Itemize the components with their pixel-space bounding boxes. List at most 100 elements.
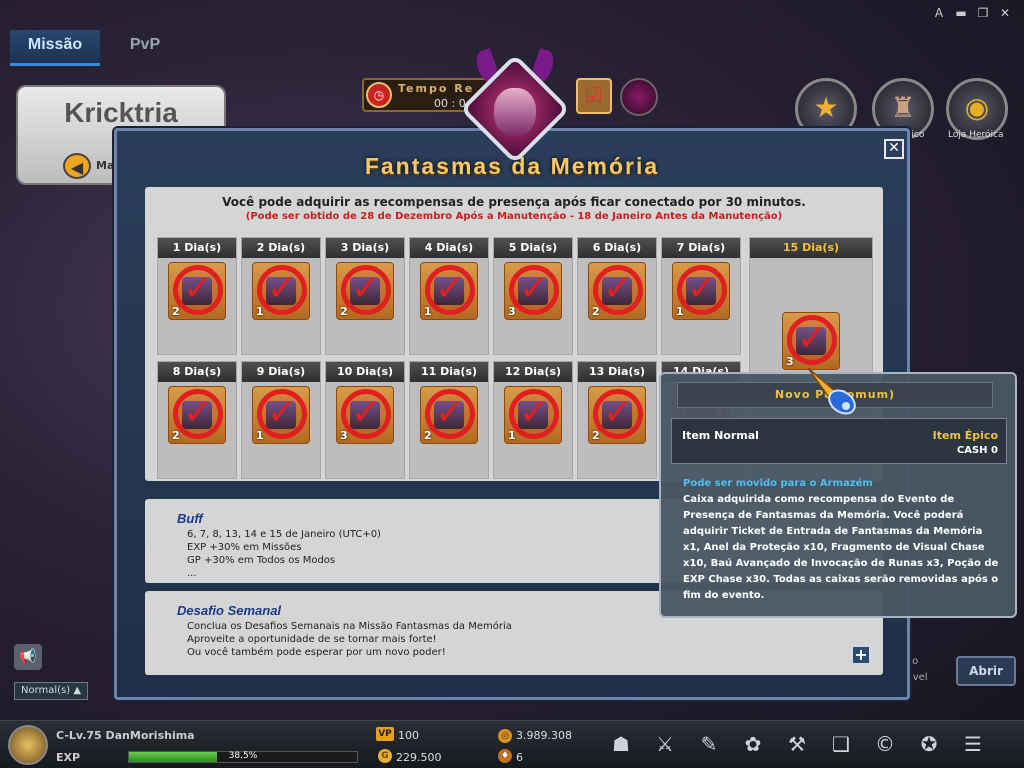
close-window-button[interactable]: ✕ bbox=[996, 4, 1014, 22]
day-label: 7 Dia(s) bbox=[662, 238, 740, 258]
coin-icon[interactable]: © bbox=[868, 727, 902, 761]
gem-value: 6 bbox=[516, 751, 523, 764]
bottom-status-bar: C-Lv.75 DanMorishima EXP 38.5% VP 100 G … bbox=[0, 720, 1024, 768]
reward-qty: 2 bbox=[592, 429, 600, 442]
reward-box[interactable]: ✓ 2 bbox=[168, 386, 226, 444]
hero-shop-label: Loja Heróica bbox=[948, 130, 1004, 140]
megaphone-icon[interactable]: 📢 bbox=[14, 644, 42, 670]
reward-box[interactable]: ✓ 1 bbox=[672, 262, 730, 320]
buff-line: ... bbox=[187, 568, 197, 579]
reward-qty: 2 bbox=[340, 305, 348, 318]
day-cell[interactable]: 9 Dia(s) ✓ 1 bbox=[241, 361, 321, 479]
skill-icon[interactable]: ✎ bbox=[692, 727, 726, 761]
day-cell[interactable]: 6 Dia(s) ✓ 2 bbox=[577, 237, 657, 355]
reward-box[interactable]: ✓ 3 bbox=[504, 262, 562, 320]
font-button[interactable]: A bbox=[930, 4, 948, 22]
day-label: 12 Dia(s) bbox=[494, 362, 572, 382]
reward-qty: 1 bbox=[508, 429, 516, 442]
buff-line: 6, 7, 8, 13, 14 e 15 de Janeiro (UTC+0) bbox=[187, 529, 381, 540]
tab-missao[interactable]: Missão bbox=[10, 30, 100, 66]
event-orb-icon[interactable] bbox=[620, 78, 658, 116]
book-icon[interactable]: ❑ bbox=[824, 727, 858, 761]
cash-label: CASH 0 bbox=[956, 445, 998, 456]
calendar-check-icon[interactable]: ☑ bbox=[576, 78, 612, 114]
exp-label: EXP bbox=[56, 751, 81, 764]
auction-icon[interactable]: ⚒ bbox=[780, 727, 814, 761]
day-cell[interactable]: 10 Dia(s) ✓ 3 bbox=[325, 361, 405, 479]
day-label: 15 Dia(s) bbox=[750, 238, 872, 258]
claimed-check-icon: ✓ bbox=[593, 265, 643, 315]
reward-box[interactable]: ✓ 3 bbox=[336, 386, 394, 444]
time-label: Tempo Re bbox=[398, 82, 475, 95]
day-label: 11 Dia(s) bbox=[410, 362, 488, 382]
room-name: Kricktria bbox=[64, 97, 178, 128]
day-cell[interactable]: 2 Dia(s) ✓ 1 bbox=[241, 237, 321, 355]
claimed-check-icon: ✓ bbox=[341, 265, 391, 315]
day-cell[interactable]: 11 Dia(s) ✓ 2 bbox=[409, 361, 489, 479]
reward-qty: 1 bbox=[256, 305, 264, 318]
day-label: 13 Dia(s) bbox=[578, 362, 656, 382]
day-cell[interactable]: 8 Dia(s) ✓ 2 bbox=[157, 361, 237, 479]
day-cell[interactable]: 5 Dia(s) ✓ 3 bbox=[493, 237, 573, 355]
reward-box[interactable]: ✓ 2 bbox=[420, 386, 478, 444]
reward-qty: 3 bbox=[340, 429, 348, 442]
back-arrow-icon[interactable]: ◀ bbox=[63, 153, 91, 179]
close-button[interactable]: ✕ bbox=[884, 139, 904, 159]
time-value: 00 : 0 bbox=[434, 97, 466, 110]
day-label: 4 Dia(s) bbox=[410, 238, 488, 258]
character-face bbox=[494, 88, 536, 136]
reward-box[interactable]: ✓ 2 bbox=[168, 262, 226, 320]
reward-box[interactable]: ✓ 2 bbox=[588, 262, 646, 320]
buff-title: Buff bbox=[177, 511, 203, 526]
day-cell[interactable]: 13 Dia(s) ✓ 2 bbox=[577, 361, 657, 479]
gem-icon: ♦ bbox=[498, 749, 512, 763]
vp-icon: VP bbox=[376, 727, 394, 741]
menu-icons: ☗ ⚔ ✎ ✿ ⚒ ❑ © ✪ ☰ bbox=[604, 727, 990, 761]
reward-box[interactable]: ✓ 3 bbox=[782, 312, 840, 370]
exp-bar: 38.5% bbox=[128, 751, 358, 763]
reward-box[interactable]: ✓ 2 bbox=[588, 386, 646, 444]
day-cell[interactable]: 7 Dia(s) ✓ 1 bbox=[661, 237, 741, 355]
maximize-button[interactable]: ❐ bbox=[974, 4, 992, 22]
expand-button[interactable]: + bbox=[851, 645, 871, 665]
reward-qty: 2 bbox=[592, 305, 600, 318]
gc-value: 3.989.308 bbox=[516, 729, 572, 742]
reward-box[interactable]: ✓ 1 bbox=[252, 262, 310, 320]
reward-qty: 1 bbox=[676, 305, 684, 318]
clock-icon: ◷ bbox=[366, 82, 392, 108]
avatar[interactable] bbox=[8, 725, 48, 765]
main-tabs: Missão PvP bbox=[10, 30, 190, 66]
reward-box[interactable]: ✓ 1 bbox=[252, 386, 310, 444]
gift-icon[interactable]: ✿ bbox=[736, 727, 770, 761]
cursor-icon bbox=[807, 367, 856, 415]
gp-value: 229.500 bbox=[396, 751, 442, 764]
chat-mode-select[interactable]: Normal(s) ▲ bbox=[14, 682, 88, 700]
day-cell[interactable]: 1 Dia(s) ✓ 2 bbox=[157, 237, 237, 355]
item-epic-label: Item Épico bbox=[932, 429, 998, 442]
claimed-check-icon: ✓ bbox=[677, 265, 727, 315]
reward-qty: 1 bbox=[424, 305, 432, 318]
minimize-button[interactable]: ▬ bbox=[952, 4, 970, 22]
reward-box[interactable]: ✓ 2 bbox=[336, 262, 394, 320]
day-cell[interactable]: 3 Dia(s) ✓ 2 bbox=[325, 237, 405, 355]
claimed-check-icon: ✓ bbox=[257, 265, 307, 315]
day-cell[interactable]: 4 Dia(s) ✓ 1 bbox=[409, 237, 489, 355]
open-button[interactable]: Abrir bbox=[956, 656, 1016, 686]
reward-qty: 3 bbox=[508, 305, 516, 318]
reward-qty: 3 bbox=[786, 355, 794, 368]
menu-icon[interactable]: ☰ bbox=[956, 727, 990, 761]
reward-qty: 1 bbox=[256, 429, 264, 442]
reward-box[interactable]: ✓ 1 bbox=[420, 262, 478, 320]
character-portrait bbox=[459, 47, 571, 165]
character-icon[interactable]: ☗ bbox=[604, 727, 638, 761]
day-label: 10 Dia(s) bbox=[326, 362, 404, 382]
day-cell[interactable]: 12 Dia(s) ✓ 1 bbox=[493, 361, 573, 479]
reward-box[interactable]: ✓ 1 bbox=[504, 386, 562, 444]
gp-icon: G bbox=[378, 749, 392, 763]
storage-note: Pode ser movido para o Armazém bbox=[683, 478, 873, 489]
exp-text: 38.5% bbox=[228, 751, 258, 761]
day-label: 3 Dia(s) bbox=[326, 238, 404, 258]
weapon-icon[interactable]: ⚔ bbox=[648, 727, 682, 761]
badge-icon[interactable]: ✪ bbox=[912, 727, 946, 761]
tab-pvp[interactable]: PvP bbox=[100, 30, 190, 66]
